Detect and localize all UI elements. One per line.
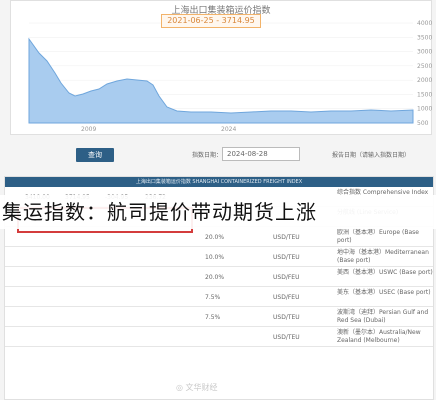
y-tick-label: 1500 [417,91,432,98]
table-row: 10.0% USD/TEU 地中海（基本港）Mediterranean (Base … [5,247,433,267]
row-weight: 20.0% [205,274,225,281]
x-tick-label: 2009 [81,126,96,133]
table-row: 7.5% USD/FEU 美东（基本港）USEC (Base port) [5,287,433,307]
chart-date-badge: 2021-06-25 - 3714.95 [161,14,261,28]
row-unit: USD/TEU [273,234,300,241]
watermark: ◎ 文华财经 [176,383,218,392]
row-name: 澳新（墨尔本）Australia/New Zealand (Melbourne) [337,329,421,344]
query-row: 查询 指数日期： 2024-08-28 报告日期（请输入指数日期） [0,142,436,168]
x-tick-label: 2024 [221,126,236,133]
row-unit: USD/TEU [273,334,300,341]
date-label: 指数日期： [192,152,223,159]
row-weight: 20.0% [205,234,225,241]
row-name: 地中海（基本港）Mediterranean (Base port) [337,249,429,264]
y-tick-label: 500 [417,120,429,127]
query-button[interactable]: 查询 [76,148,114,162]
date-note: 报告日期（请输入指数日期） [332,152,411,159]
y-tick-label: 4000 [417,20,432,27]
headline: 集运指数：航司提价带动期货上涨 [0,195,436,229]
table-row: USD/TEU 澳新（墨尔本）Australia/New Zealand (Mel… [5,327,433,347]
row-unit: USD/TEU [273,254,300,261]
row-weight: 7.5% [205,314,221,321]
y-tick-label: 1000 [417,106,432,113]
index-chart-panel: 上海出口集装箱运价指数 4000 3500 3000 2500 2000 1500 1000… [10,0,432,135]
y-tick-label: 2000 [417,77,432,84]
y-tick-label: 2500 [417,63,432,70]
row-weight: 10.0% [205,254,225,261]
date-input[interactable]: 2024-08-28 [222,147,300,161]
row-unit: USD/TEU [273,314,300,321]
y-tick-label: 3500 [417,34,432,41]
row-unit: USD/FEU [273,294,300,301]
row-unit: USD/FEU [273,274,300,281]
row-weight: 7.5% [205,294,221,301]
row-name: 美东（基本港）USEC (Base port) [337,289,431,296]
table-header: 上海出口集装箱运价指数 SHANGHAI CONTAINERIZED FREIG… [5,177,433,187]
y-tick-label: 3000 [417,49,432,56]
row-name: 欧洲（基本港）Europe (Base port) [337,229,419,244]
row-name: 美西（基本港）USWC (Base port) [337,269,433,276]
table-row: 7.5% USD/TEU 波斯湾（迪拜）Persian Gulf and Red S… [5,307,433,327]
row-name: 波斯湾（迪拜）Persian Gulf and Red Sea (Dubai) [337,309,429,324]
table-row: 20.0% USD/FEU 美西（基本港）USWC (Base port) [5,267,433,287]
